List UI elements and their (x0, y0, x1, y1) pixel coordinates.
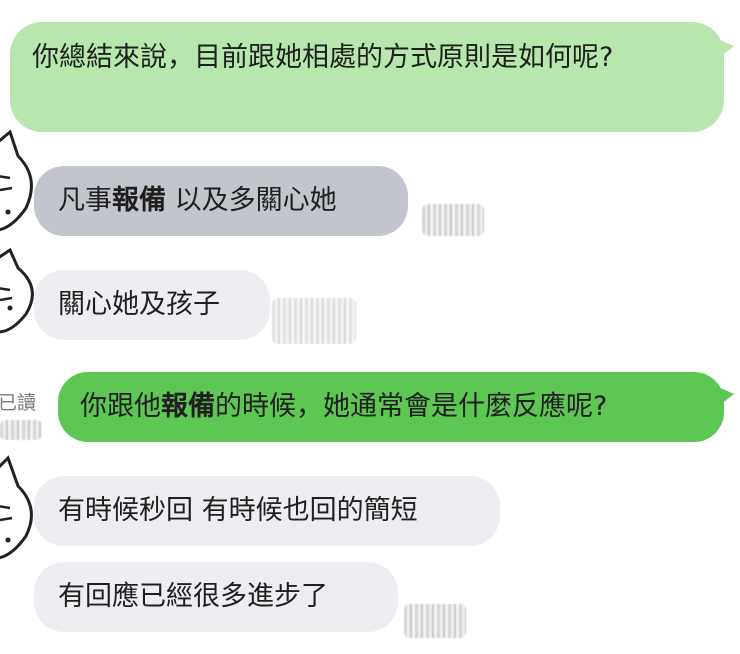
message-bubble-outgoing[interactable]: 你跟他報備的時候，她通常會是什麼反應呢? (58, 372, 724, 442)
message-bubble-incoming[interactable]: 凡事報備 以及多關心她 (34, 166, 408, 236)
message-text-bold: 報備 (112, 185, 166, 216)
message-text: 有時候秒回 有時候也回的簡短 (58, 495, 418, 526)
blurred-timestamp (272, 298, 356, 344)
bubble-tail (716, 38, 734, 60)
message-text-bold: 報備 (161, 391, 215, 422)
message-text: 你總結來說，目前跟她相處的方式原則是如何呢? (32, 42, 614, 73)
message-text-prefix: 你跟他 (80, 391, 161, 422)
message-text: 關心她及孩子 (58, 289, 220, 320)
message-text-suffix: 以及多關心她 (166, 185, 337, 216)
message-text-suffix: 的時候，她通常會是什麼反應呢? (215, 391, 608, 422)
bubble-tail (716, 386, 734, 408)
message-text: 有回應已經很多進步了 (58, 581, 328, 612)
blurred-timestamp (404, 604, 466, 638)
message-text-prefix: 凡事 (58, 185, 112, 216)
message-bubble-incoming[interactable]: 有回應已經很多進步了 (34, 562, 398, 632)
blurred-timestamp (422, 204, 484, 236)
read-receipt: 已讀 (0, 392, 37, 414)
message-bubble-outgoing[interactable]: 你總結來說，目前跟她相處的方式原則是如何呢? (10, 22, 724, 132)
blurred-timestamp (0, 420, 42, 440)
message-bubble-incoming[interactable]: 有時候秒回 有時候也回的簡短 (34, 476, 500, 546)
message-bubble-incoming[interactable]: 關心她及孩子 (34, 270, 270, 340)
